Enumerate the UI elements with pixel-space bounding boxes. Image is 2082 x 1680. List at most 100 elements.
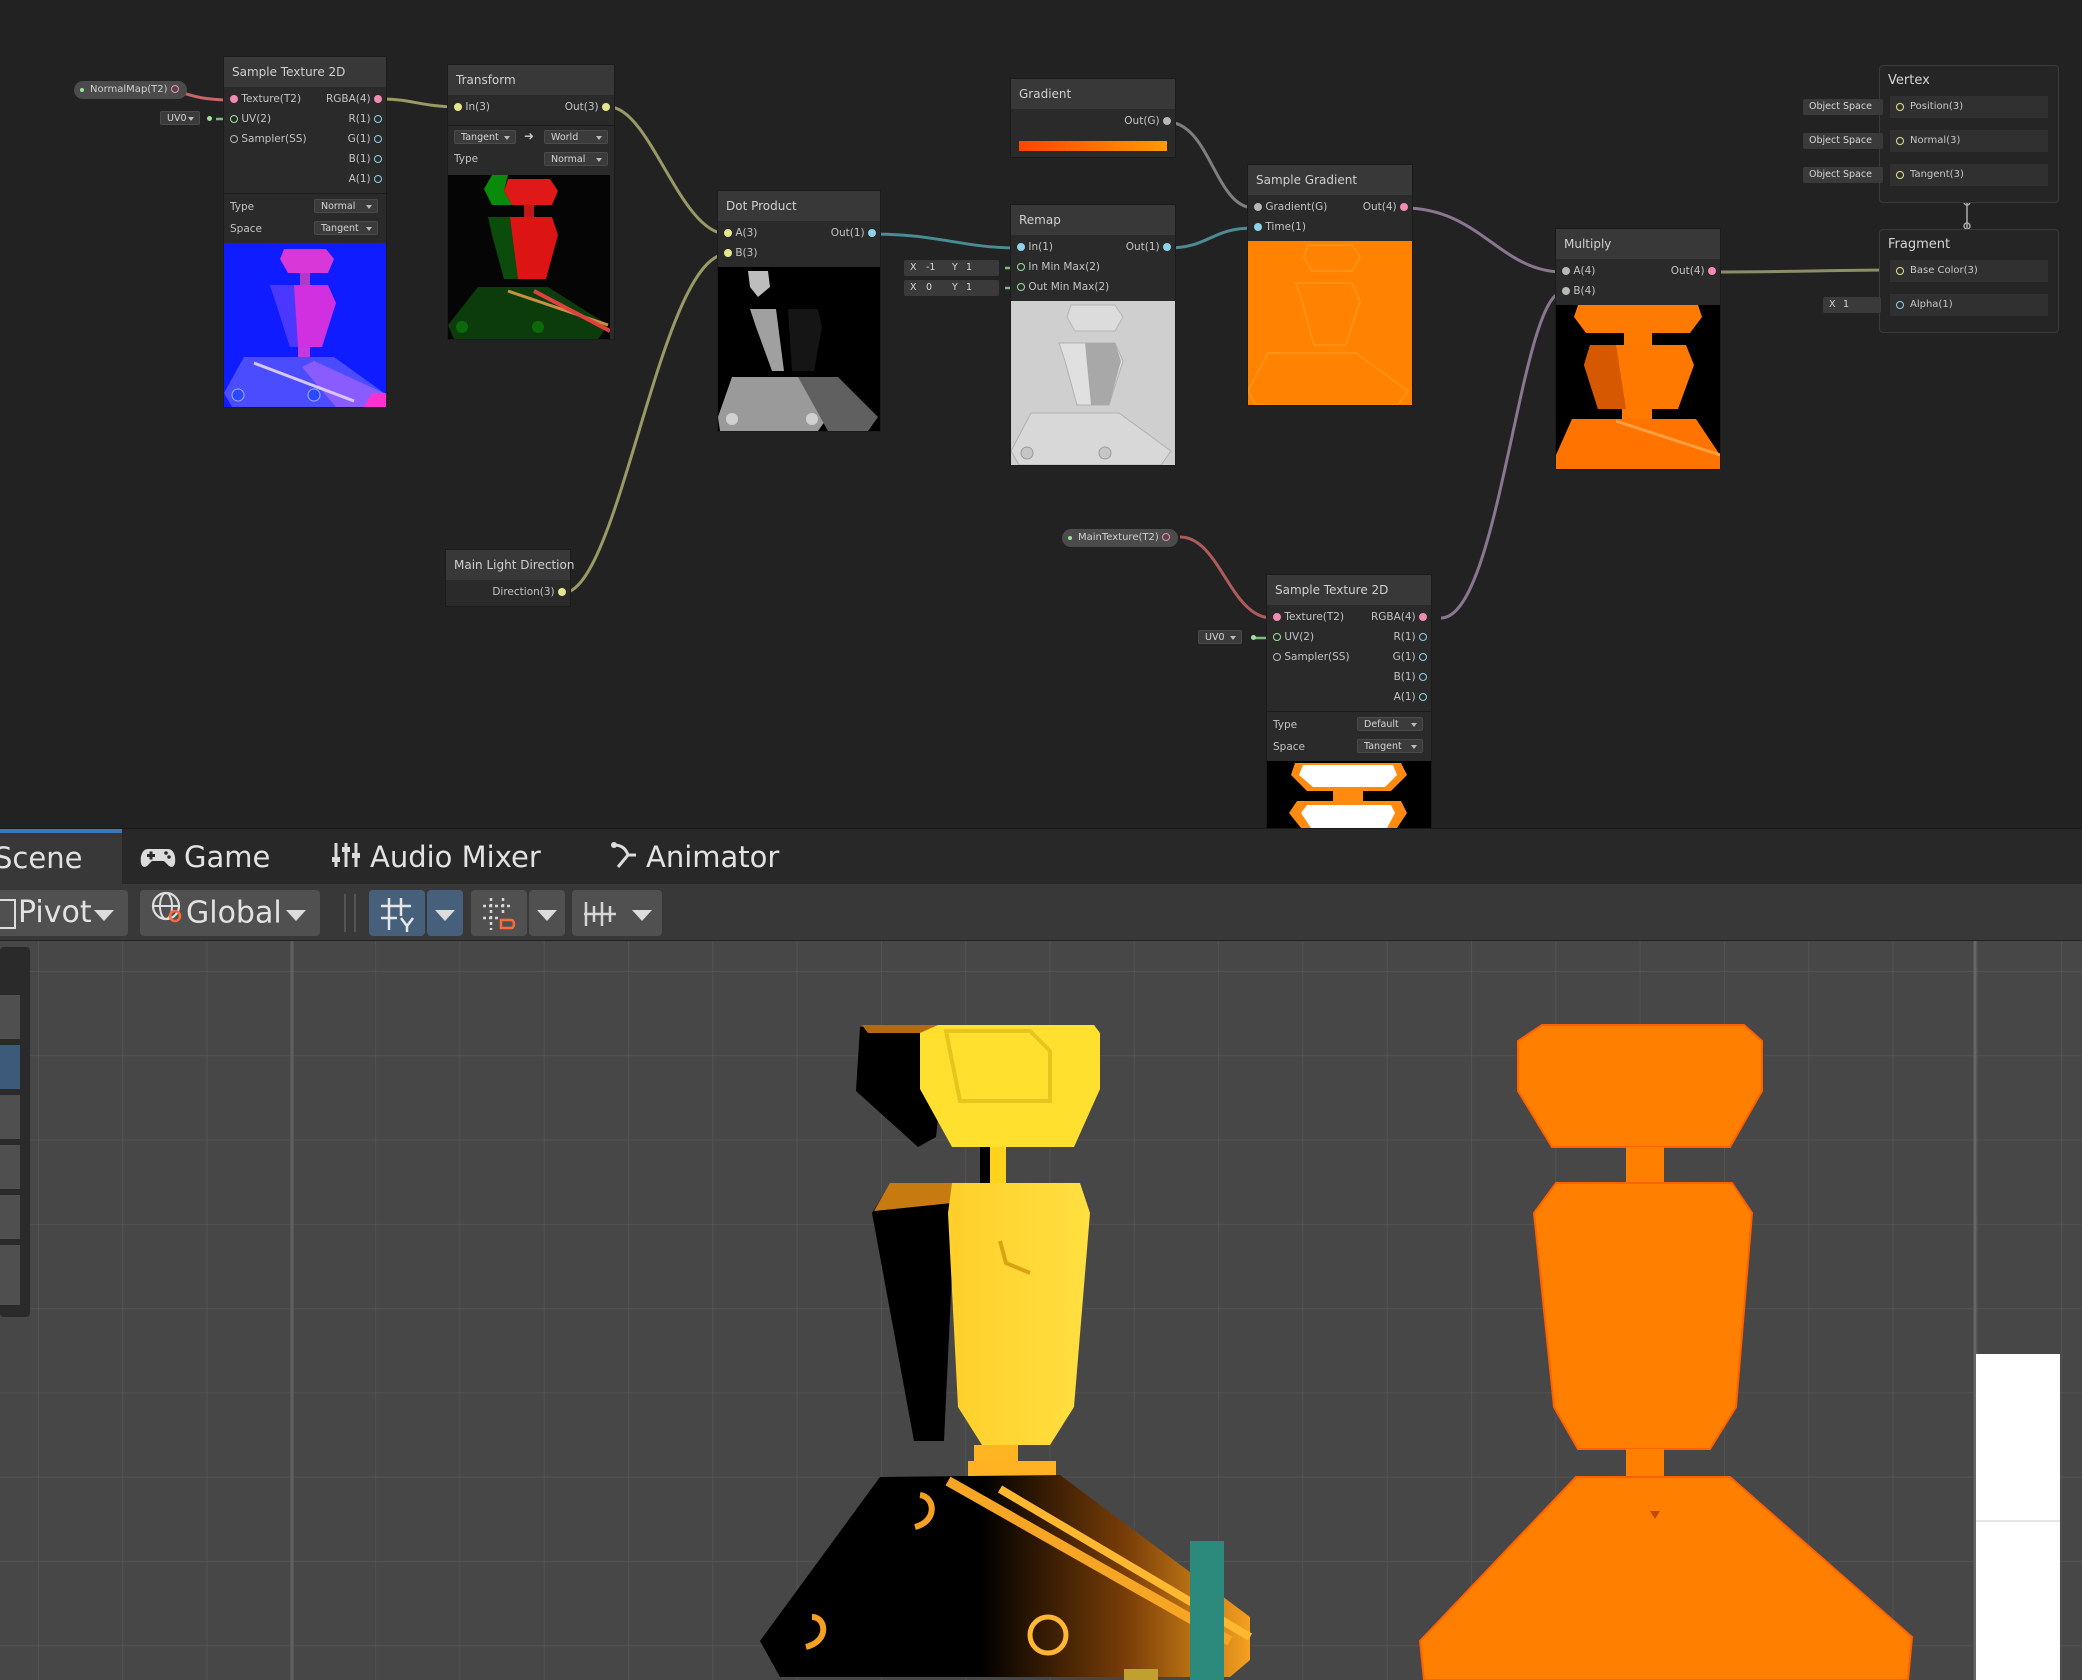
chevron-down-icon — [632, 910, 652, 921]
type-dropdown[interactable]: Normal — [314, 199, 378, 213]
port-out[interactable]: Out(4) — [1363, 201, 1408, 213]
slot-position[interactable]: Position(3) — [1890, 96, 2048, 118]
slot-alpha[interactable]: Alpha(1) — [1890, 294, 2048, 316]
port-a[interactable]: A(4) — [1562, 265, 1595, 277]
main-texture-preview — [1267, 761, 1431, 828]
port-out[interactable]: Out(G) — [1124, 115, 1171, 127]
node-main-light-direction[interactable]: Main Light Direction Direction(3) — [446, 550, 574, 606]
in-min-max-field[interactable]: X -1 Y 1 — [904, 260, 999, 276]
slot-tangent[interactable]: Tangent(3) — [1890, 164, 2048, 186]
port-out[interactable]: Out(1) — [831, 227, 876, 239]
port-in[interactable]: In(1) — [1017, 241, 1053, 253]
port-sampler[interactable]: Sampler(SS) — [230, 133, 307, 145]
node-dot-product[interactable]: Dot Product A(3) B(3) Out(1) — [718, 191, 880, 431]
port-gradient[interactable]: Gradient(G) — [1254, 201, 1327, 213]
multiply-preview — [1556, 305, 1720, 469]
increment-snap-icon — [481, 896, 517, 946]
fragment-stack[interactable]: Fragment Base Color(3) Alpha(1) — [1879, 229, 2059, 333]
increment-snap-toggle[interactable] — [471, 890, 527, 936]
port-texture[interactable]: Texture(T2) — [230, 93, 301, 105]
property-maintexture[interactable]: MainTexture(T2) — [1062, 529, 1178, 547]
space-dropdown[interactable]: Tangent — [1357, 739, 1423, 753]
port-in-min-max[interactable]: In Min Max(2) — [1017, 261, 1100, 273]
scene-toolbar: Pivot Global — [0, 884, 2082, 941]
node-gradient[interactable]: Gradient Out(G) — [1011, 79, 1175, 157]
remap-preview — [1011, 301, 1175, 465]
slot-normal[interactable]: Normal(3) — [1890, 130, 2048, 152]
chevron-down-icon — [94, 910, 114, 921]
port-out-min-max[interactable]: Out Min Max(2) — [1017, 281, 1109, 293]
port-rgba[interactable]: RGBA(4) — [1371, 611, 1427, 623]
space-dropdown[interactable]: Tangent — [314, 221, 378, 235]
port-rgba[interactable]: RGBA(4) — [326, 93, 382, 105]
increment-snap-options[interactable] — [529, 890, 565, 936]
port-in[interactable]: In(3) — [454, 101, 490, 113]
port-icon[interactable] — [1161, 533, 1170, 541]
position-space-field[interactable]: Object Space — [1803, 99, 1883, 115]
port-out[interactable]: Out(3) — [565, 101, 610, 113]
tab-label: Audio Mixer — [370, 840, 541, 874]
out-min-max-field[interactable]: X 0 Y 1 — [904, 280, 999, 296]
global-dropdown[interactable]: Global — [140, 890, 320, 936]
port-g[interactable]: G(1) — [348, 133, 382, 145]
alpha-value-field[interactable]: X 1 — [1823, 297, 1881, 313]
space-label: Space — [1273, 741, 1305, 753]
tangent-space-field[interactable]: Object Space — [1803, 167, 1883, 183]
port-direction[interactable]: Direction(3) — [492, 586, 566, 598]
uv-port-icon[interactable] — [1251, 635, 1256, 640]
type-dropdown[interactable]: Default — [1357, 717, 1423, 731]
shader-graph-canvas[interactable]: NormalMap(T2) UV0 Sample Texture 2D Text… — [0, 0, 2082, 828]
scene-viewport[interactable] — [0, 941, 2082, 1680]
grid-snap-options[interactable] — [427, 890, 463, 936]
node-multiply[interactable]: Multiply A(4) B(4) Out(4) — [1556, 229, 1720, 469]
port-b[interactable]: B(3) — [724, 247, 757, 259]
port-r[interactable]: R(1) — [1393, 631, 1427, 643]
port-b[interactable]: B(1) — [349, 153, 382, 165]
uv-dropdown-main[interactable]: UV0 — [1198, 630, 1242, 644]
port-a[interactable]: A(1) — [1394, 691, 1427, 703]
port-icon[interactable] — [170, 85, 179, 93]
tab-label: Game — [184, 840, 271, 874]
port-texture[interactable]: Texture(T2) — [1273, 611, 1344, 623]
port-b[interactable]: B(4) — [1562, 285, 1595, 297]
animator-icon — [610, 831, 638, 887]
type-label: Type — [230, 201, 255, 213]
port-uv[interactable]: UV(2) — [1273, 631, 1314, 643]
tab-audio-mixer[interactable]: Audio Mixer — [332, 829, 552, 885]
toolbar-separator — [344, 894, 356, 932]
space-label: Space — [230, 223, 262, 235]
uv-dropdown[interactable]: UV0 — [160, 111, 200, 125]
port-a[interactable]: A(1) — [349, 173, 382, 185]
grid-snap-toggle[interactable] — [369, 890, 425, 936]
port-a[interactable]: A(3) — [724, 227, 757, 239]
property-normalmap[interactable]: NormalMap(T2) — [74, 81, 187, 99]
tab-game[interactable]: Game — [140, 829, 290, 885]
type-dropdown[interactable]: Normal — [544, 152, 608, 166]
pivot-dropdown[interactable]: Pivot — [0, 890, 128, 936]
port-sampler[interactable]: Sampler(SS) — [1273, 651, 1350, 663]
node-transform[interactable]: Transform In(3) Out(3) Tangent ➜ World T… — [448, 65, 614, 339]
transform-preview — [448, 175, 610, 339]
tab-scene[interactable]: Scene — [0, 829, 122, 885]
node-sample-gradient[interactable]: Sample Gradient Gradient(G) Time(1) Out(… — [1248, 165, 1412, 405]
port-out[interactable]: Out(1) — [1126, 241, 1171, 253]
node-title: Transform — [448, 65, 614, 95]
port-r[interactable]: R(1) — [348, 113, 382, 125]
uv-port-icon[interactable] — [207, 116, 212, 121]
transform-from-dropdown[interactable]: Tangent — [454, 130, 516, 144]
normal-space-field[interactable]: Object Space — [1803, 133, 1883, 149]
node-sample-texture-main[interactable]: Sample Texture 2D Texture(T2) UV(2) Samp… — [1267, 575, 1431, 828]
slot-base-color[interactable]: Base Color(3) — [1890, 260, 2048, 282]
gradient-preview-bar[interactable] — [1019, 141, 1167, 151]
port-time[interactable]: Time(1) — [1254, 221, 1306, 233]
node-remap[interactable]: Remap In(1) In Min Max(2) Out Min Max(2)… — [1011, 205, 1175, 465]
transform-to-dropdown[interactable]: World — [544, 130, 608, 144]
vertex-stack[interactable]: Vertex Position(3) Normal(3) Tangent(3) — [1879, 65, 2059, 203]
port-b[interactable]: B(1) — [1394, 671, 1427, 683]
align-toggle[interactable] — [572, 890, 662, 936]
port-uv[interactable]: UV(2) — [230, 113, 271, 125]
node-sample-texture-normal[interactable]: Sample Texture 2D Texture(T2) UV(2) Samp… — [224, 57, 386, 407]
port-out[interactable]: Out(4) — [1671, 265, 1716, 277]
port-g[interactable]: G(1) — [1393, 651, 1427, 663]
tab-animator[interactable]: Animator — [610, 829, 800, 885]
